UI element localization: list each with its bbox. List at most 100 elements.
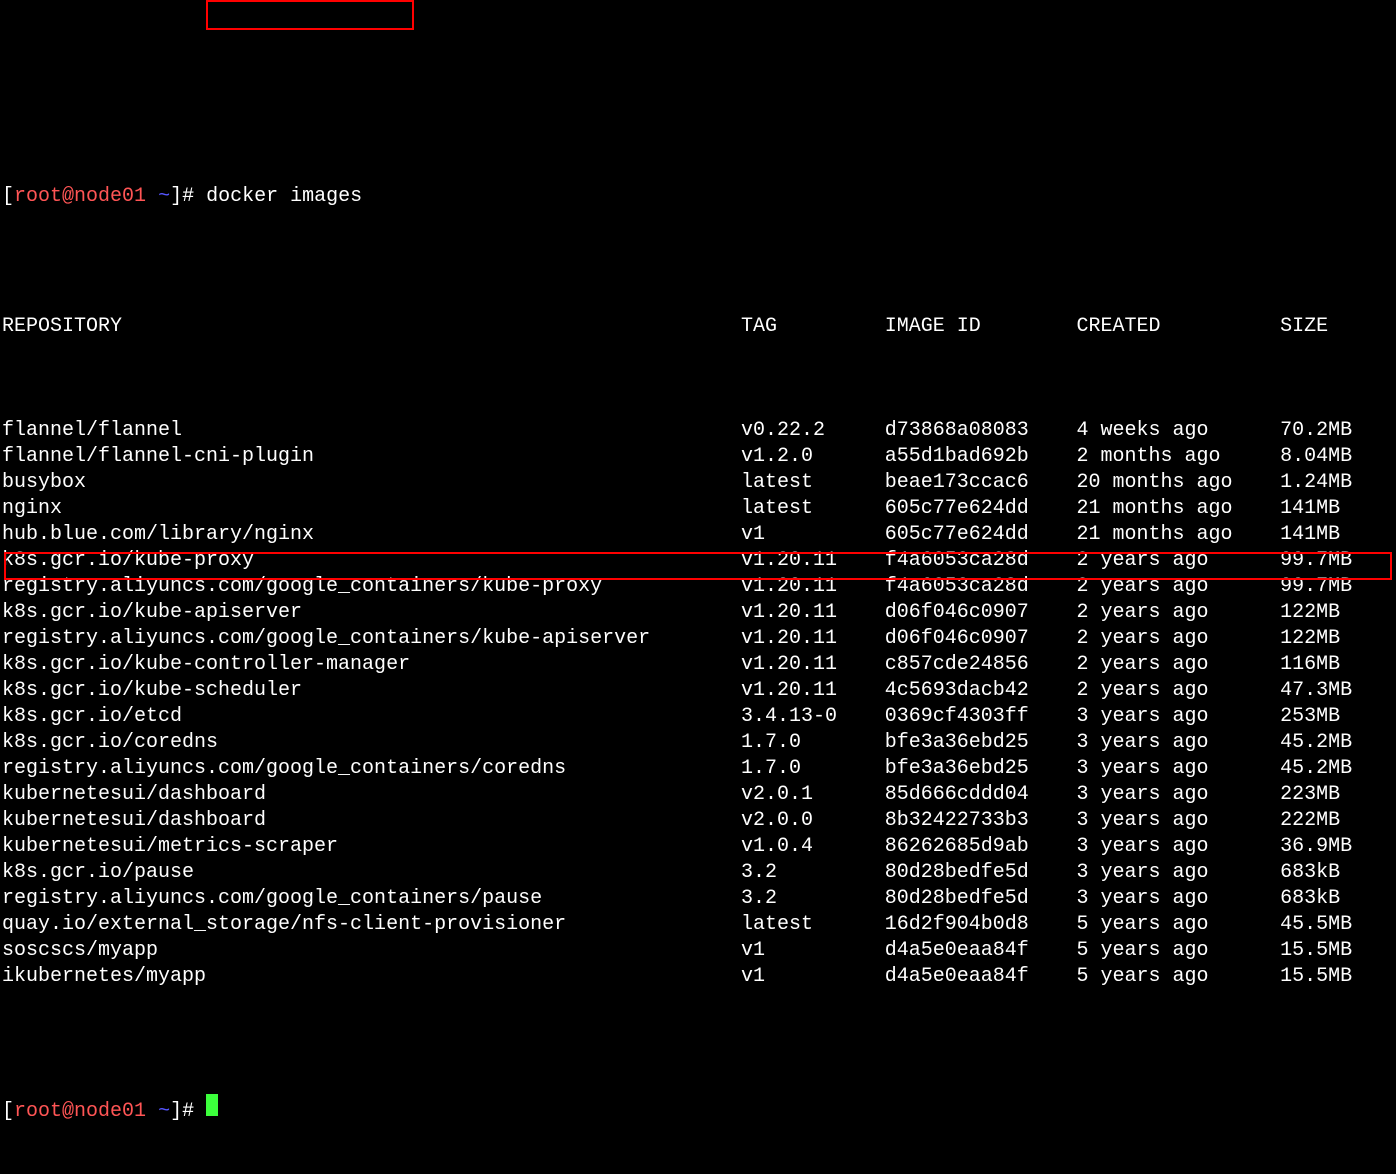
cell-created: 3 years ago	[1076, 808, 1280, 834]
table-row: k8s.gcr.io/kube-schedulerv1.20.114c5693d…	[2, 678, 1396, 704]
cell-created: 5 years ago	[1076, 912, 1280, 938]
cell-size: 253MB	[1280, 704, 1396, 730]
cell-repository: quay.io/external_storage/nfs-client-prov…	[2, 912, 741, 938]
cell-tag: latest	[741, 912, 885, 938]
cell-image-id: 86262685d9ab	[885, 834, 1077, 860]
prompt-hash: #	[182, 184, 194, 210]
cell-repository: k8s.gcr.io/kube-scheduler	[2, 678, 741, 704]
cell-tag: v1	[741, 964, 885, 990]
cell-tag: v1.20.11	[741, 574, 885, 600]
cell-tag: v2.0.1	[741, 782, 885, 808]
cell-created: 3 years ago	[1076, 756, 1280, 782]
cell-repository: registry.aliyuncs.com/google_containers/…	[2, 626, 741, 652]
cell-created: 2 years ago	[1076, 600, 1280, 626]
cell-created: 2 years ago	[1076, 626, 1280, 652]
prompt-at: @	[62, 184, 74, 210]
table-row: k8s.gcr.io/kube-apiserverv1.20.11d06f046…	[2, 600, 1396, 626]
cell-repository: k8s.gcr.io/coredns	[2, 730, 741, 756]
prompt-close-bracket: ]	[170, 1099, 182, 1125]
cell-tag: 3.2	[741, 860, 885, 886]
prompt-at: @	[62, 1099, 74, 1125]
cell-image-id: f4a6053ca28d	[885, 574, 1077, 600]
cell-tag: v1	[741, 522, 885, 548]
cell-image-id: 0369cf4303ff	[885, 704, 1077, 730]
cell-image-id: c857cde24856	[885, 652, 1077, 678]
cell-repository: registry.aliyuncs.com/google_containers/…	[2, 756, 741, 782]
prompt-open-bracket: [	[2, 184, 14, 210]
table-row: registry.aliyuncs.com/google_containers/…	[2, 886, 1396, 912]
header-repository: REPOSITORY	[2, 314, 741, 340]
prompt-line-end: [root@node01 ~]#	[2, 1094, 1396, 1120]
cell-repository: kubernetesui/dashboard	[2, 808, 741, 834]
cell-created: 3 years ago	[1076, 704, 1280, 730]
prompt-space	[146, 1099, 158, 1125]
prompt-path: ~	[158, 184, 170, 210]
cell-image-id: f4a6053ca28d	[885, 548, 1077, 574]
cell-image-id: d73868a08083	[885, 418, 1077, 444]
cell-repository: k8s.gcr.io/kube-proxy	[2, 548, 741, 574]
table-row: k8s.gcr.io/kube-controller-managerv1.20.…	[2, 652, 1396, 678]
cell-image-id: beae173ccac6	[885, 470, 1077, 496]
table-row: registry.aliyuncs.com/google_containers/…	[2, 626, 1396, 652]
cell-created: 3 years ago	[1076, 730, 1280, 756]
table-row: registry.aliyuncs.com/google_containers/…	[2, 574, 1396, 600]
header-created: CREATED	[1076, 314, 1280, 340]
cell-repository: kubernetesui/dashboard	[2, 782, 741, 808]
cell-repository: registry.aliyuncs.com/google_containers/…	[2, 886, 741, 912]
cell-repository: hub.blue.com/library/nginx	[2, 522, 741, 548]
prompt-user: root	[14, 1099, 62, 1125]
cell-size: 47.3MB	[1280, 678, 1396, 704]
cell-size: 15.5MB	[1280, 964, 1396, 990]
prompt-open-bracket: [	[2, 1099, 14, 1125]
prompt-line: [root@node01 ~]# docker images	[2, 184, 1396, 210]
cell-created: 4 weeks ago	[1076, 418, 1280, 444]
cell-created: 20 months ago	[1076, 470, 1280, 496]
cell-created: 3 years ago	[1076, 834, 1280, 860]
cell-size: 683kB	[1280, 860, 1396, 886]
cell-created: 2 years ago	[1076, 678, 1280, 704]
cell-created: 3 years ago	[1076, 886, 1280, 912]
cell-size: 141MB	[1280, 496, 1396, 522]
cell-image-id: d4a5e0eaa84f	[885, 964, 1077, 990]
prompt-path: ~	[158, 1099, 170, 1125]
cell-image-id: d06f046c0907	[885, 600, 1077, 626]
cell-created: 2 months ago	[1076, 444, 1280, 470]
cell-size: 99.7MB	[1280, 548, 1396, 574]
table-row: quay.io/external_storage/nfs-client-prov…	[2, 912, 1396, 938]
header-size: SIZE	[1280, 314, 1396, 340]
cell-repository: kubernetesui/metrics-scraper	[2, 834, 741, 860]
prompt-host: node01	[74, 1099, 146, 1125]
cell-size: 15.5MB	[1280, 938, 1396, 964]
table-row: registry.aliyuncs.com/google_containers/…	[2, 756, 1396, 782]
cell-size: 99.7MB	[1280, 574, 1396, 600]
cell-created: 21 months ago	[1076, 496, 1280, 522]
table-row: kubernetesui/metrics-scraperv1.0.4862626…	[2, 834, 1396, 860]
table-row: flannel/flannel-cni-pluginv1.2.0a55d1bad…	[2, 444, 1396, 470]
cell-image-id: bfe3a36ebd25	[885, 756, 1077, 782]
cell-size: 45.2MB	[1280, 756, 1396, 782]
table-row: kubernetesui/dashboardv2.0.08b32422733b3…	[2, 808, 1396, 834]
cell-repository: flannel/flannel-cni-plugin	[2, 444, 741, 470]
table-row: k8s.gcr.io/pause3.280d28bedfe5d3 years a…	[2, 860, 1396, 886]
terminal[interactable]: [root@node01 ~]# docker images REPOSITOR…	[0, 0, 1396, 1174]
cell-repository: busybox	[2, 470, 741, 496]
cell-size: 45.2MB	[1280, 730, 1396, 756]
cell-tag: v1.20.11	[741, 652, 885, 678]
cell-repository: k8s.gcr.io/kube-apiserver	[2, 600, 741, 626]
cell-tag: 3.2	[741, 886, 885, 912]
table-row: k8s.gcr.io/etcd3.4.13-00369cf4303ff3 yea…	[2, 704, 1396, 730]
cell-size: 223MB	[1280, 782, 1396, 808]
cell-tag: v1.20.11	[741, 626, 885, 652]
cell-repository: k8s.gcr.io/etcd	[2, 704, 741, 730]
cell-tag: 3.4.13-0	[741, 704, 885, 730]
cell-image-id: 605c77e624dd	[885, 522, 1077, 548]
table-row: nginxlatest605c77e624dd21 months ago141M…	[2, 496, 1396, 522]
cell-created: 2 years ago	[1076, 652, 1280, 678]
header-image-id: IMAGE ID	[885, 314, 1077, 340]
cell-image-id: 605c77e624dd	[885, 496, 1077, 522]
table-row: k8s.gcr.io/coredns1.7.0bfe3a36ebd253 yea…	[2, 730, 1396, 756]
cell-repository: nginx	[2, 496, 741, 522]
cell-repository: ikubernetes/myapp	[2, 964, 741, 990]
cell-tag: v1.20.11	[741, 548, 885, 574]
prompt-close-bracket: ]	[170, 184, 182, 210]
